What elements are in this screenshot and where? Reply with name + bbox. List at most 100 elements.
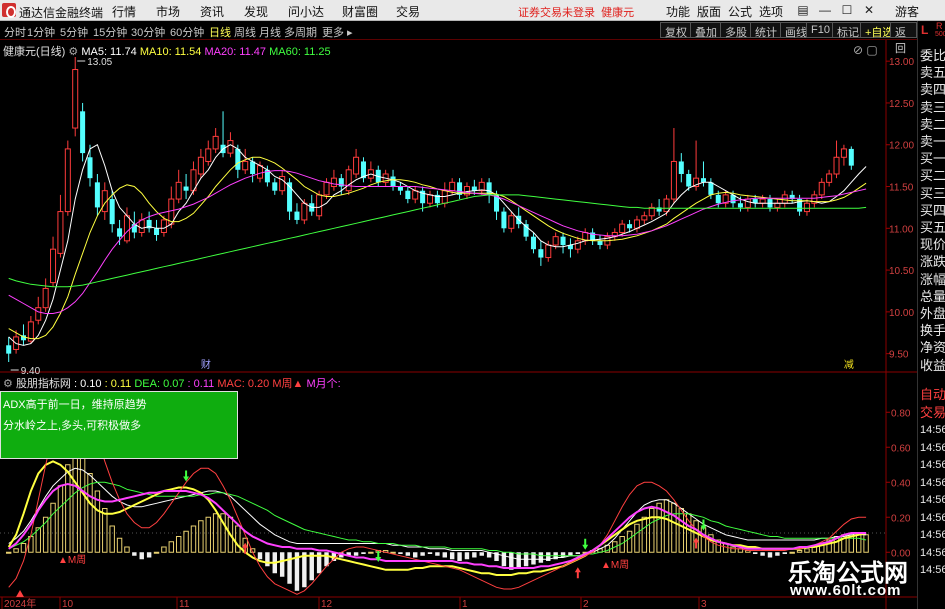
panel-close-icon[interactable]: ▢ bbox=[866, 43, 877, 57]
ind-bar-60 bbox=[449, 552, 455, 560]
price-tick-label-0: 9.50 bbox=[889, 350, 909, 361]
close-icon[interactable]: ✕ bbox=[861, 2, 877, 18]
menu-news[interactable]: 资讯 bbox=[200, 3, 224, 20]
btn-back[interactable]: 返回 bbox=[890, 22, 917, 55]
menu-formula[interactable]: 公式 bbox=[728, 3, 752, 20]
menu-wealth[interactable]: 财富圈 bbox=[342, 3, 378, 20]
candle-body-95 bbox=[708, 182, 714, 195]
ind-bar-56 bbox=[420, 552, 425, 556]
ind-bar-16 bbox=[124, 546, 130, 553]
ind-line-yellow bbox=[7, 460, 867, 576]
indicator-gear-icon[interactable]: ⚙ bbox=[3, 378, 13, 390]
menu-discover[interactable]: 发现 bbox=[244, 3, 268, 20]
ind-bar-14 bbox=[109, 525, 115, 553]
candle-body-68 bbox=[508, 215, 515, 229]
l2-badge[interactable]: L R 500 bbox=[917, 21, 945, 42]
stock-name-header: 健康元 bbox=[601, 7, 635, 19]
ma-label-3: MA60: 11.25 bbox=[266, 46, 331, 58]
ind-bar-76 bbox=[568, 552, 573, 556]
candle-body-39 bbox=[294, 211, 300, 220]
tf-1min[interactable]: 1分钟 bbox=[27, 24, 55, 40]
tick-time-2: 14:56 bbox=[920, 459, 945, 471]
menu-ask[interactable]: 问小达 bbox=[288, 3, 324, 20]
candle-body-36 bbox=[272, 182, 278, 191]
maximize-icon[interactable]: ☐ bbox=[839, 2, 855, 18]
btn-multistock[interactable]: 多股 bbox=[720, 22, 752, 39]
ind-bar-54 bbox=[405, 552, 411, 556]
ind-bar-62 bbox=[464, 552, 470, 560]
axis-start-triangle bbox=[16, 590, 24, 597]
price-tick-label-2: 10.50 bbox=[889, 266, 914, 277]
minimize-icon[interactable]: — bbox=[817, 2, 833, 18]
ind-bar-38 bbox=[287, 552, 292, 584]
tf-15min[interactable]: 15分钟 bbox=[93, 24, 127, 40]
quote-label-11: 现价 bbox=[920, 237, 945, 253]
ind-bar-115 bbox=[855, 534, 862, 553]
date-label-1: 10 bbox=[62, 599, 74, 609]
candle-body-21 bbox=[160, 219, 167, 233]
candle-body-52 bbox=[390, 176, 396, 187]
ind-bar-52 bbox=[390, 551, 396, 554]
btn-stats[interactable]: 统计 bbox=[750, 22, 782, 39]
tf-more[interactable]: 更多 ▸ bbox=[322, 24, 353, 40]
ind-bar-101 bbox=[753, 552, 758, 554]
tf-daily[interactable]: 日线 bbox=[209, 24, 231, 40]
price-tick-label-3: 11.00 bbox=[889, 224, 914, 235]
guest-user[interactable]: 游客 bbox=[895, 3, 919, 20]
candle-body-0 bbox=[6, 345, 12, 354]
candle-body-18 bbox=[138, 219, 145, 233]
quote-label-2: 卖四 bbox=[920, 82, 945, 98]
btn-f10[interactable]: F10 bbox=[806, 22, 835, 38]
candle-body-86 bbox=[641, 215, 648, 221]
ind-bar-64 bbox=[479, 552, 484, 556]
menu-quotes[interactable]: 行情 bbox=[112, 3, 136, 20]
quote-label-12: 涨跌 bbox=[920, 254, 945, 270]
ma-line-ma10 bbox=[8, 156, 867, 340]
settings-icon[interactable]: ⊘ bbox=[853, 43, 863, 57]
tick-time-5: 14:56 bbox=[920, 511, 945, 524]
ind-bar-37 bbox=[279, 552, 285, 577]
tf-monthly[interactable]: 月线 bbox=[259, 24, 281, 40]
ind-bar-27 bbox=[205, 516, 211, 553]
kline-chart[interactable]: 9.50 10.00 10.50 11.00 11.50 12.00 12.50 13.00 0… bbox=[0, 40, 917, 609]
menu-market[interactable]: 市场 bbox=[156, 3, 180, 20]
down-arrow-2 bbox=[582, 538, 589, 550]
indicator-value-2: DEA: 0.07 bbox=[131, 378, 185, 390]
candle-body-6 bbox=[50, 248, 57, 284]
tf-intraday[interactable]: 分时 bbox=[4, 24, 26, 40]
btn-overlay[interactable]: 叠加 bbox=[690, 22, 722, 39]
quote-label-3: 卖三 bbox=[920, 99, 945, 115]
tf-weekly[interactable]: 周线 bbox=[234, 24, 256, 40]
quote-label-7: 买二 bbox=[920, 168, 945, 184]
menu-layout[interactable]: 版面 bbox=[697, 3, 721, 20]
indicator-name[interactable]: 股朋指标网 bbox=[16, 378, 71, 390]
tf-60min[interactable]: 60分钟 bbox=[170, 24, 204, 40]
ind-bar-84 bbox=[626, 530, 633, 553]
price-tick-label-4: 11.50 bbox=[889, 183, 914, 194]
ma-line-ma5 bbox=[8, 143, 867, 346]
quote-label-4: 卖二 bbox=[920, 116, 945, 132]
date-label-0: 2024年 bbox=[4, 597, 36, 609]
candle-body-108 bbox=[803, 202, 810, 213]
btn-adjust[interactable]: 复权 bbox=[660, 22, 692, 39]
tf-30min[interactable]: 30分钟 bbox=[131, 24, 165, 40]
menu-options[interactable]: 选项 bbox=[759, 3, 783, 20]
signal-info-box: ADX高于前一日，维持原趋势 分水岭之上,多头,可积极做多 bbox=[0, 391, 238, 459]
legend-gear-icon[interactable]: ⚙ bbox=[68, 46, 78, 58]
menu-trade[interactable]: 交易 bbox=[396, 3, 420, 20]
candle-body-31 bbox=[235, 148, 241, 170]
tf-multi[interactable]: 多周期 bbox=[284, 24, 317, 40]
candle-body-84 bbox=[627, 224, 633, 229]
ind-bar-0 bbox=[5, 551, 12, 554]
menu-functions[interactable]: 功能 bbox=[666, 3, 690, 20]
indicator-legend: ⚙ 股朋指标网 : 0.10 : 0.11 DEA: 0.07 : 0.11 M… bbox=[3, 375, 341, 391]
timeframe-toolbar: 分时 1分钟 5分钟 15分钟 30分钟 60分钟 日线 周线 月线 多周期 更… bbox=[0, 21, 917, 55]
signal-label-1: ▲M周 bbox=[601, 559, 629, 571]
candle-body-80 bbox=[597, 240, 603, 246]
candle-body-11 bbox=[87, 157, 93, 179]
ind-bar-98 bbox=[730, 546, 736, 553]
l-badge: L bbox=[921, 23, 929, 37]
ma-legend: 健康元(日线) ⚙ MA5: 11.74 MA10: 11.54 MA20: 1… bbox=[3, 43, 331, 59]
tf-5min[interactable]: 5分钟 bbox=[60, 24, 88, 40]
window-list-icon[interactable]: ▤ bbox=[795, 2, 811, 18]
